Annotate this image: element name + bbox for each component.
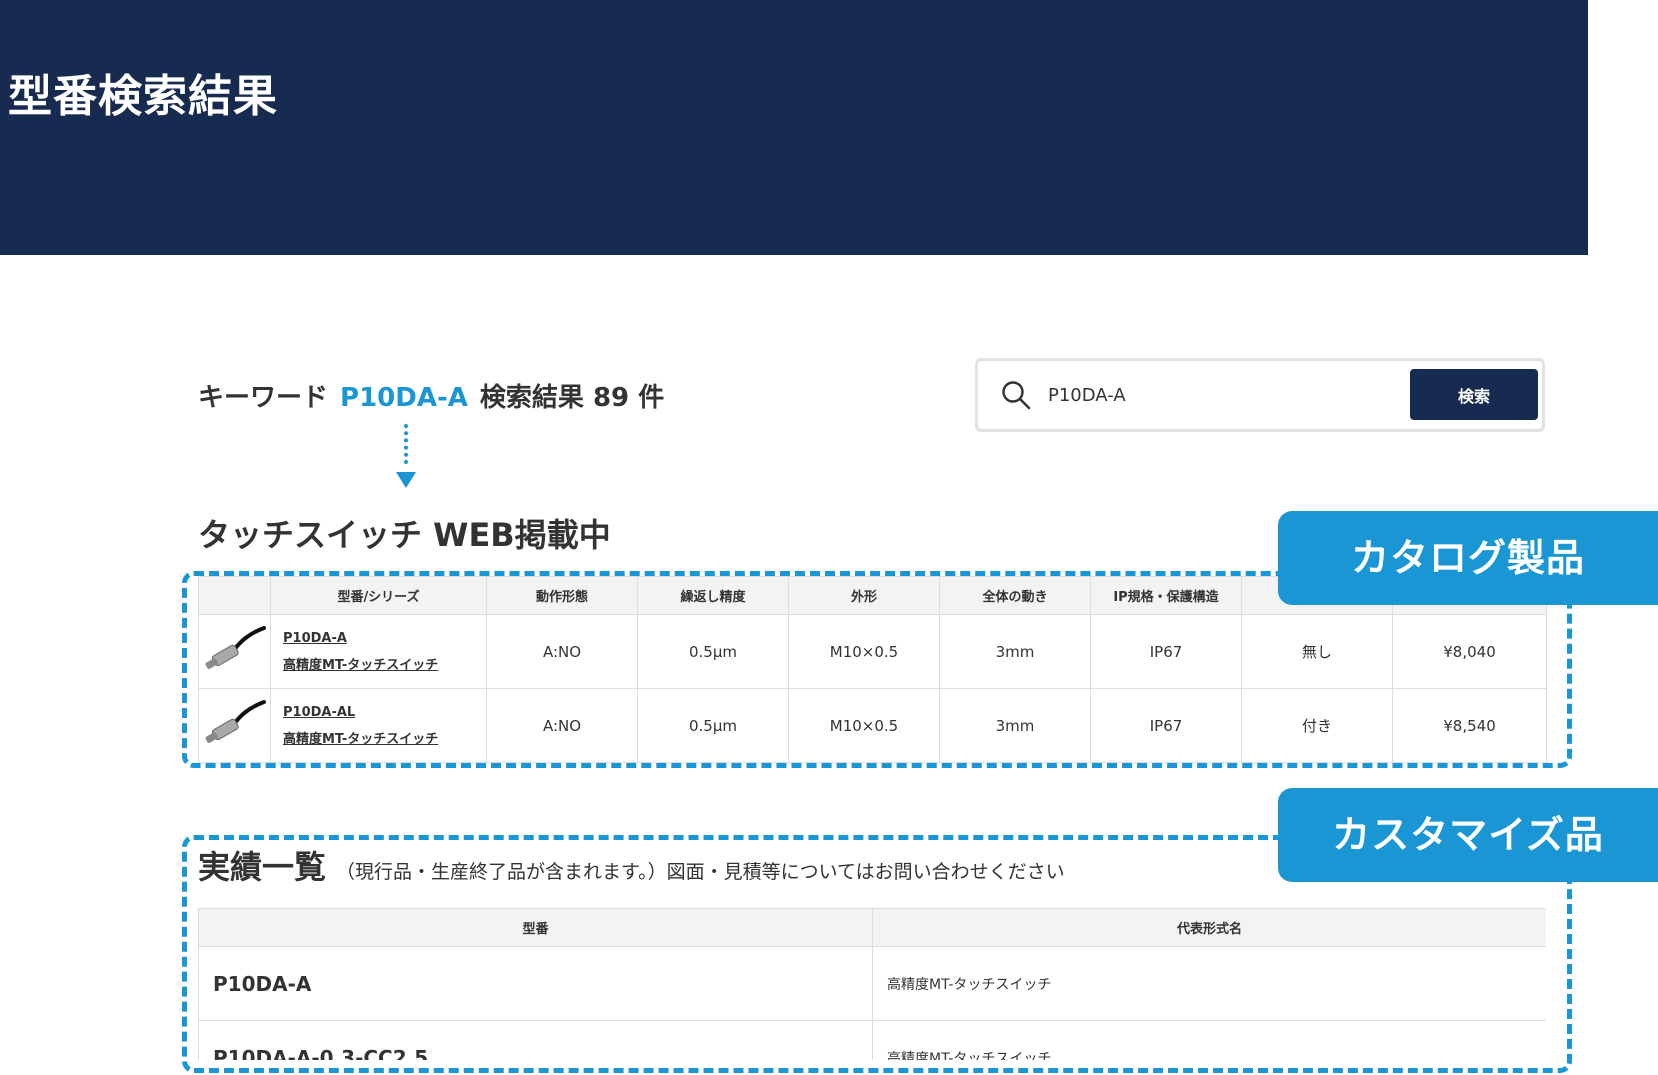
custom-products-tag: カスタマイズ品 (1278, 788, 1658, 882)
arrow-connector (404, 424, 408, 464)
keyword-value: P10DA-A (340, 383, 468, 413)
catalog-products-tag: カタログ製品 (1278, 511, 1658, 605)
result-unit: 件 (638, 383, 665, 413)
search-button[interactable]: 検索 (1410, 369, 1538, 420)
keyword-label: キーワード (198, 383, 329, 413)
search-summary: キーワード P10DA-A 検索結果 89 件 (198, 377, 664, 414)
search-input[interactable] (1048, 375, 1368, 415)
result-count: 89 (592, 383, 630, 413)
catalog-section-title: タッチスイッチ WEB掲載中 (198, 516, 611, 554)
search-box: 検索 (975, 358, 1545, 432)
page-title: 型番検索結果 (8, 71, 278, 122)
arrow-down-icon (396, 472, 416, 488)
search-icon (1002, 381, 1031, 410)
result-prefix: 検索結果 (479, 383, 584, 413)
page-banner: 型番検索結果 (0, 0, 1588, 255)
